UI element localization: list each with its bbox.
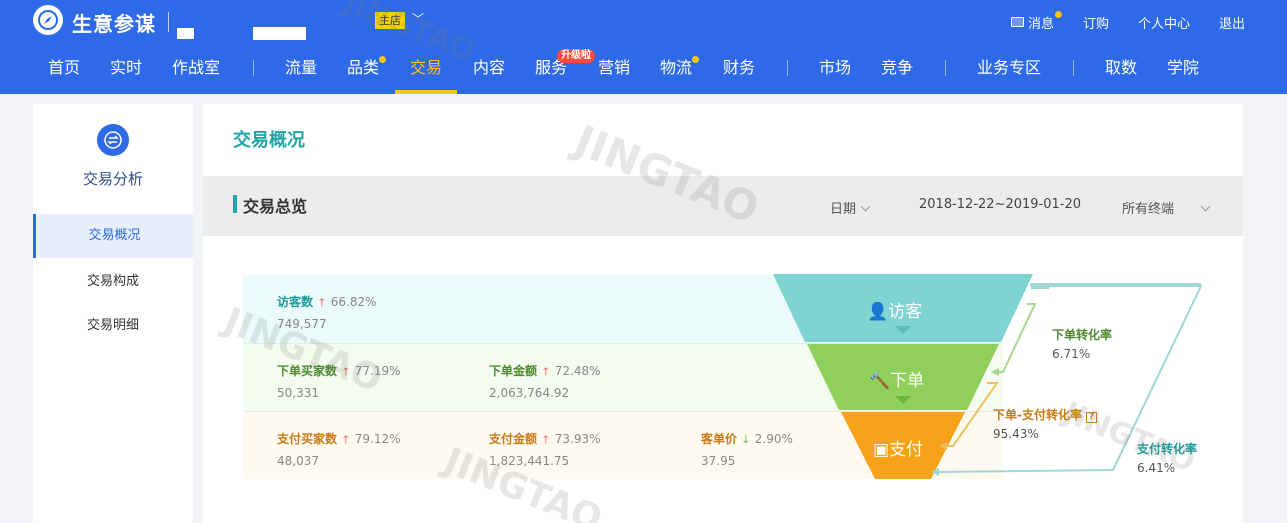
arrow-up-icon: 🡑	[343, 365, 349, 378]
page-title: 交易概况	[233, 130, 305, 151]
nav-logistics-dot	[692, 56, 699, 63]
brand-divider	[168, 12, 169, 32]
nav-logistics[interactable]: 物流	[660, 44, 692, 94]
compass-logo-icon[interactable]	[33, 5, 63, 35]
arrow-down-icon: 🡓	[743, 433, 749, 446]
arrow-up-icon: 🡑	[543, 433, 549, 446]
rate-order-pay[interactable]: 下单-支付转化率 ? 95.43%	[993, 406, 1098, 441]
shop-switch-chevron-icon[interactable]: ﹀	[412, 10, 424, 27]
arrow-up-icon: 🡑	[319, 296, 325, 309]
nav-war-room[interactable]: 作战室	[172, 44, 220, 94]
arrow-up-icon: 🡑	[543, 365, 549, 378]
nav-divider	[787, 60, 788, 76]
chevron-down-icon	[860, 201, 871, 212]
top-links: 消息 订购 个人中心 退出	[1010, 0, 1287, 44]
main-nav: 首页 实时 作战室 流量 品类 交易 内容 服务 营销 物流 财务 市场 竞争 …	[0, 44, 1287, 94]
nav-academy[interactable]: 学院	[1167, 44, 1199, 94]
nav-category-dot	[379, 56, 386, 63]
chevron-down-icon	[1200, 201, 1211, 212]
main-panel: 交易概况 交易总览 日期 2018-12-22~2019-01-20 所有终端 …	[203, 104, 1243, 523]
section-title: 交易总览	[243, 197, 308, 216]
funnel-label-order: 🔨下单	[869, 371, 925, 391]
nav-business-zone[interactable]: 业务专区	[977, 44, 1041, 94]
nav-realtime[interactable]: 实时	[110, 44, 142, 94]
nav-category[interactable]: 品类	[347, 44, 379, 94]
shop-badge[interactable]: 主店	[375, 12, 405, 29]
subscribe-link[interactable]: 订购	[1083, 13, 1109, 32]
rate-pay[interactable]: 支付转化率 6.41%	[1137, 440, 1197, 475]
help-icon[interactable]: ?	[1086, 412, 1098, 423]
nav-divider	[1073, 60, 1074, 76]
nav-content[interactable]: 内容	[473, 44, 505, 94]
metric-pay-amount[interactable]: 支付金额 🡑 73.93% 1,823,441.75	[489, 430, 601, 468]
metric-order-amount[interactable]: 下单金额 🡑 72.48% 2,063,764.92	[489, 362, 601, 400]
notification-dot	[1054, 10, 1062, 18]
sidebar-item-trade-overview[interactable]: 交易概况	[33, 214, 193, 258]
messages-label: 消息	[1027, 16, 1054, 32]
logout-link[interactable]: 退出	[1219, 13, 1245, 32]
date-dropdown[interactable]: 日期	[830, 198, 871, 217]
messages-link[interactable]: 消息	[1010, 10, 1062, 32]
nav-trade[interactable]: 交易	[410, 44, 442, 94]
redacted-block	[177, 28, 194, 39]
redacted-shop-name	[253, 27, 306, 40]
nav-divider	[945, 60, 946, 76]
rate-order[interactable]: 下单转化率 6.71%	[1052, 326, 1112, 361]
user-icon: 👤	[867, 302, 889, 322]
top-header: 生意参谋 主店 ﹀ 消息 订购 个人中心 退出 首页 实时 作战室 流量 品类 …	[0, 0, 1287, 94]
metric-visitors[interactable]: 访客数 🡑 66.82% 749,577	[277, 293, 377, 331]
nav-competition[interactable]: 竞争	[881, 44, 913, 94]
overview-toolbar: 交易总览 日期 2018-12-22~2019-01-20 所有终端	[203, 176, 1243, 236]
section-marker	[233, 195, 237, 213]
mail-icon	[1010, 17, 1024, 27]
upgrade-badge: 升级啦	[557, 49, 595, 63]
sidebar: 交易分析 交易概况 交易构成 交易明细	[33, 104, 193, 523]
nav-finance[interactable]: 财务	[723, 44, 755, 94]
nav-data-fetch[interactable]: 取数	[1105, 44, 1137, 94]
nav-divider	[253, 60, 254, 76]
brand-title[interactable]: 生意参谋	[72, 8, 156, 37]
wallet-icon: ▣	[873, 440, 890, 460]
user-center-link[interactable]: 个人中心	[1138, 13, 1190, 32]
funnel-label-visit: 👤访客	[867, 302, 923, 322]
nav-marketing[interactable]: 营销	[598, 44, 630, 94]
metric-order-buyers[interactable]: 下单买家数 🡑 77.19% 50,331	[277, 362, 401, 400]
nav-active-underline	[395, 90, 457, 94]
sidebar-item-trade-detail[interactable]: 交易明细	[33, 304, 193, 348]
nav-home[interactable]: 首页	[48, 44, 80, 94]
date-range[interactable]: 2018-12-22~2019-01-20	[919, 197, 1081, 212]
exchange-icon	[97, 124, 129, 156]
sidebar-title: 交易分析	[82, 170, 143, 188]
nav-market[interactable]: 市场	[819, 44, 851, 94]
nav-traffic[interactable]: 流量	[285, 44, 317, 94]
hammer-icon: 🔨	[869, 371, 891, 391]
terminal-dropdown[interactable]: 所有终端	[1122, 198, 1211, 217]
metric-pay-buyers[interactable]: 支付买家数 🡑 79.12% 48,037	[277, 430, 401, 468]
arrow-up-icon: 🡑	[343, 433, 349, 446]
sidebar-item-trade-composition[interactable]: 交易构成	[33, 260, 193, 304]
funnel-label-pay: ▣支付	[873, 440, 924, 460]
